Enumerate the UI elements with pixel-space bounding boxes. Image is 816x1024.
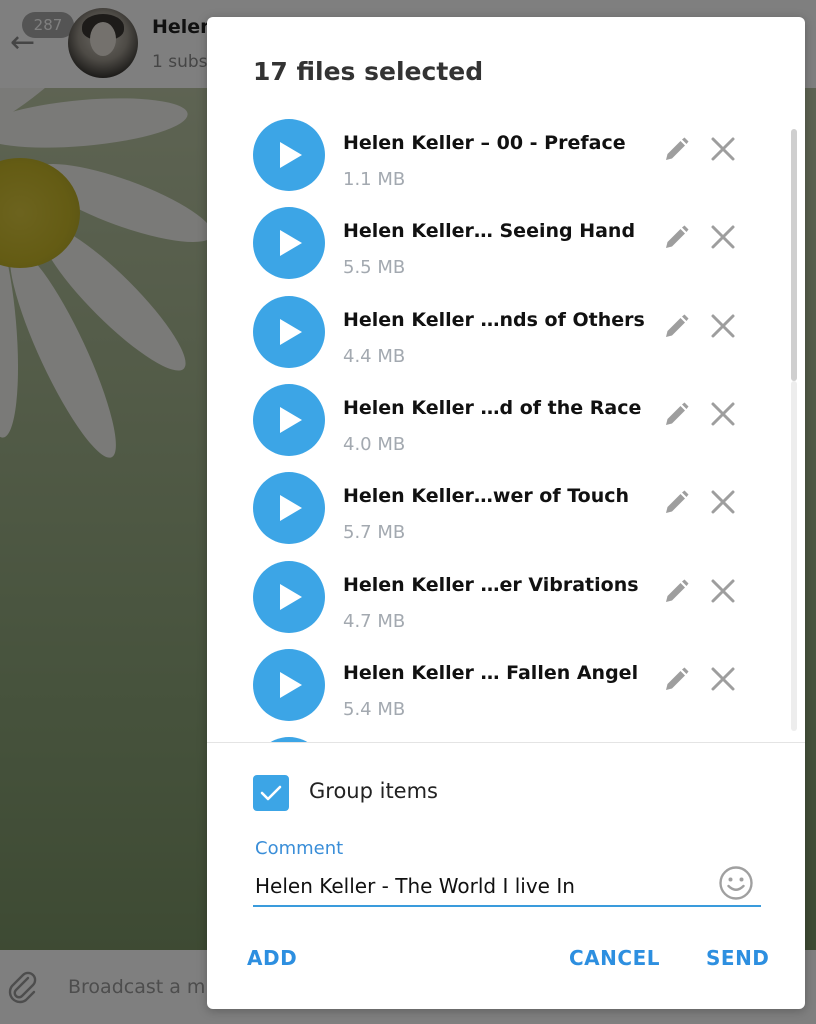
scrollbar-track[interactable]: [791, 381, 797, 731]
play-icon: [280, 406, 302, 433]
file-item[interactable]: Helen Keller…wer of Touch 5.7 MB: [207, 470, 767, 558]
close-icon[interactable]: [709, 223, 737, 251]
file-size: 5.7 MB: [343, 522, 406, 544]
scrollbar-thumb[interactable]: [791, 129, 797, 381]
pencil-icon[interactable]: [663, 490, 689, 516]
pencil-icon[interactable]: [663, 667, 689, 693]
close-icon[interactable]: [709, 400, 737, 428]
file-name: Helen Keller … Fallen Angel: [343, 661, 639, 684]
play-icon: [280, 583, 302, 610]
file-item[interactable]: Helen Keller …nds of Others 4.4 MB: [207, 294, 767, 382]
file-item[interactable]: Helen Keller – 00 - Preface 1.1 MB: [207, 117, 767, 205]
file-item[interactable]: [207, 735, 767, 742]
file-name: Helen Keller …d of the Race: [343, 396, 642, 419]
file-name: Helen Keller …er Vibrations: [343, 573, 639, 596]
file-size: 4.0 MB: [343, 433, 406, 455]
pencil-icon[interactable]: [663, 314, 689, 340]
file-name: Helen Keller… Seeing Hand: [343, 220, 636, 243]
play-icon: [280, 671, 302, 698]
comment-input[interactable]: [253, 867, 761, 907]
file-size: 1.1 MB: [343, 169, 406, 190]
file-item[interactable]: Helen Keller …er Vibrations 4.7 MB: [207, 559, 767, 647]
checkmark-icon: [260, 785, 282, 801]
pencil-icon[interactable]: [663, 137, 689, 163]
send-button[interactable]: SEND: [706, 946, 769, 970]
play-button[interactable]: [253, 207, 325, 280]
play-icon: [280, 142, 302, 168]
play-button[interactable]: [253, 383, 325, 456]
file-name: Helen Keller …nds of Others: [343, 308, 645, 331]
file-size: 5.5 MB: [343, 257, 406, 279]
file-name: Helen Keller – 00 - Preface: [343, 132, 626, 154]
play-icon: [280, 318, 302, 345]
play-icon: [280, 495, 302, 522]
play-button[interactable]: [253, 648, 325, 721]
group-items-checkbox[interactable]: [253, 775, 289, 811]
smiley-icon[interactable]: [718, 865, 754, 901]
file-item[interactable]: Helen Keller … Fallen Angel 5.4 MB: [207, 647, 767, 735]
divider: [207, 742, 805, 743]
play-button[interactable]: [253, 119, 325, 191]
play-button[interactable]: [253, 472, 325, 545]
play-button[interactable]: [253, 560, 325, 633]
cancel-button[interactable]: CANCEL: [569, 946, 660, 970]
dialog-title: 17 files selected: [253, 57, 484, 86]
pencil-icon[interactable]: [663, 579, 689, 605]
close-icon[interactable]: [709, 135, 737, 163]
file-size: 5.4 MB: [343, 698, 406, 720]
pencil-icon[interactable]: [663, 225, 689, 251]
file-list[interactable]: Helen Keller – 00 - Preface 1.1 MB Helen K…: [207, 117, 805, 742]
file-item[interactable]: Helen Keller …d of the Race 4.0 MB: [207, 382, 767, 470]
play-icon: [280, 230, 302, 257]
add-button[interactable]: ADD: [247, 946, 297, 970]
play-button[interactable]: [253, 295, 325, 368]
group-items-label[interactable]: Group items: [309, 779, 438, 803]
file-item[interactable]: Helen Keller… Seeing Hand 5.5 MB: [207, 205, 767, 293]
close-icon[interactable]: [709, 312, 737, 340]
file-name: Helen Keller…wer of Touch: [343, 485, 630, 508]
comment-label: Comment: [255, 838, 344, 859]
close-icon[interactable]: [709, 488, 737, 516]
close-icon[interactable]: [709, 665, 737, 693]
pencil-icon[interactable]: [663, 402, 689, 428]
file-size: 4.7 MB: [343, 610, 406, 632]
close-icon[interactable]: [709, 577, 737, 605]
file-size: 4.4 MB: [343, 345, 406, 367]
send-files-dialog: 17 files selected Helen Keller – 00 - Pr…: [207, 17, 805, 1009]
